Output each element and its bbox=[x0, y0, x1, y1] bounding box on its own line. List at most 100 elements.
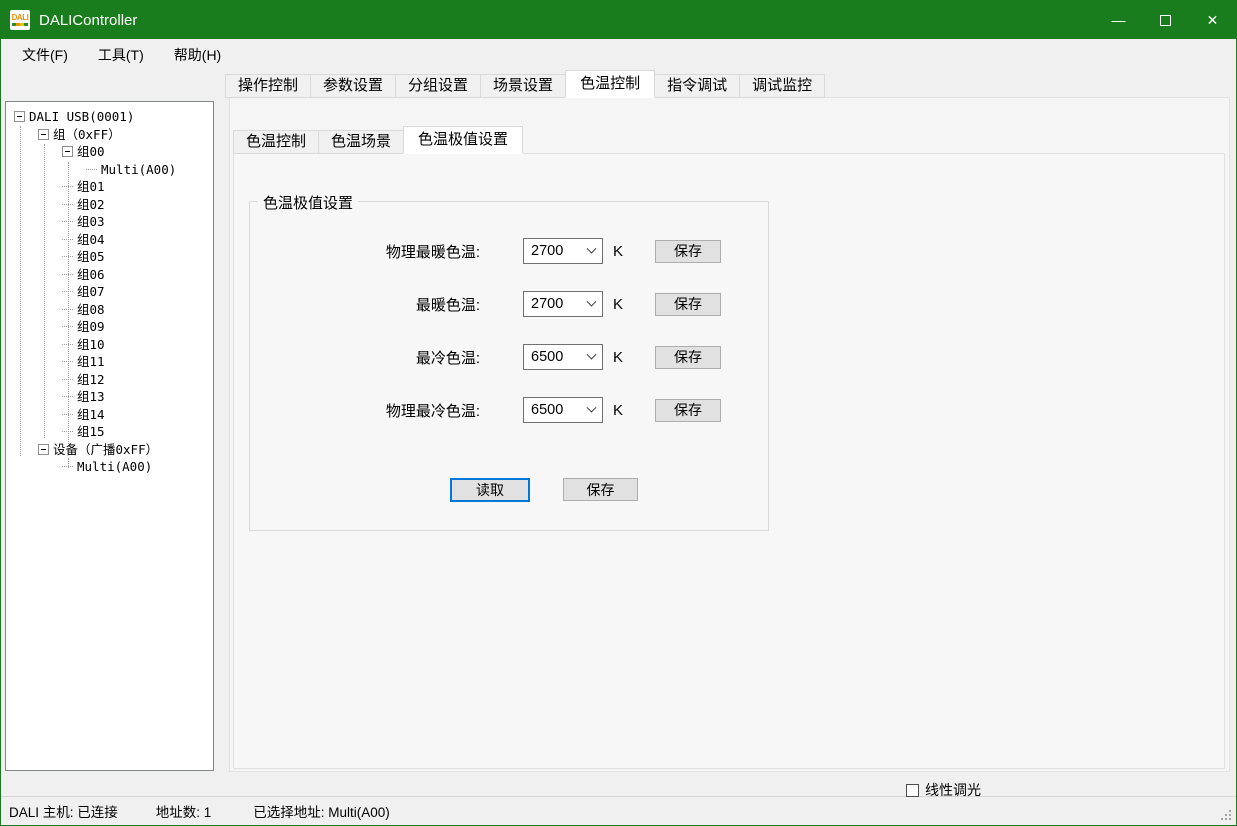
main-tab[interactable]: 指令调试 bbox=[654, 74, 740, 98]
collapse-icon[interactable] bbox=[38, 444, 49, 455]
tree-item-label: 组09 bbox=[77, 318, 105, 336]
minimize-icon: — bbox=[1112, 12, 1126, 28]
tree-item[interactable]: 组09 bbox=[6, 318, 213, 336]
tree-item-label: 组12 bbox=[77, 371, 105, 389]
ct-value-dropdown[interactable]: 6500 bbox=[523, 397, 603, 423]
ct-value-dropdown[interactable]: 2700 bbox=[523, 238, 603, 264]
device-tree-panel: DALI USB(0001) 组（0xFF） 组00 Mu bbox=[5, 101, 214, 771]
tree-item[interactable]: 组13 bbox=[6, 388, 213, 406]
ct-row-save-button[interactable]: 保存 bbox=[655, 399, 721, 422]
ct-row-save-button[interactable]: 保存 bbox=[655, 293, 721, 316]
tree-item[interactable]: 设备（广播0xFF） bbox=[6, 441, 213, 459]
minimize-button[interactable]: — bbox=[1095, 1, 1142, 39]
maximize-button[interactable] bbox=[1142, 1, 1189, 39]
tree-item[interactable]: 组00 bbox=[6, 143, 213, 161]
tree-item-label: 组11 bbox=[77, 353, 105, 371]
tree-item-label: 组04 bbox=[77, 231, 105, 249]
menu-bar: 文件(F) 工具(T) 帮助(H) bbox=[1, 39, 1236, 71]
ct-row-save-button[interactable]: 保存 bbox=[655, 346, 721, 369]
tree-item-label: Multi(A00) bbox=[101, 161, 176, 179]
ct-value-dropdown[interactable]: 6500 bbox=[523, 344, 603, 370]
tree-connector bbox=[62, 361, 73, 362]
ct-row-save-button[interactable]: 保存 bbox=[655, 240, 721, 263]
app-window: DALI DALIController — ✕ 文件(F) 工具(T) bbox=[0, 0, 1237, 826]
tree-item[interactable]: 组01 bbox=[6, 178, 213, 196]
main-tab[interactable]: 色温控制 bbox=[565, 70, 655, 98]
tree-item[interactable]: DALI USB(0001) bbox=[6, 108, 213, 126]
app-icon-text: DALI bbox=[12, 14, 29, 22]
ct-form-row: 物理最冷色温: 6500 K 保存 bbox=[250, 397, 768, 423]
tree-item-label: 设备（广播0xFF） bbox=[53, 441, 158, 459]
menu-item[interactable]: 帮助(H) bbox=[159, 40, 236, 70]
main-tab-strip: 操作控制 参数设置 分组设置 场景设置 色温控制 指令调试 调试监控 bbox=[225, 73, 824, 98]
sub-tab-label: 色温控制 bbox=[246, 133, 306, 150]
menu-item[interactable]: 工具(T) bbox=[83, 40, 159, 70]
linear-dimming-checkbox[interactable] bbox=[906, 784, 919, 797]
main-tab-label: 指令调试 bbox=[667, 77, 727, 94]
tree-item[interactable]: 组03 bbox=[6, 213, 213, 231]
tree-item-label: 组05 bbox=[77, 248, 105, 266]
read-button[interactable]: 读取 bbox=[450, 478, 530, 502]
menu-item-label: 文件(F) bbox=[22, 47, 68, 63]
collapse-icon[interactable] bbox=[62, 146, 73, 157]
tree-item[interactable]: 组12 bbox=[6, 371, 213, 389]
menu-item[interactable]: 文件(F) bbox=[7, 40, 83, 70]
resize-grip[interactable] bbox=[1221, 810, 1231, 820]
chevron-down-icon bbox=[587, 349, 597, 359]
main-tab-label: 分组设置 bbox=[408, 77, 468, 94]
main-tab[interactable]: 操作控制 bbox=[225, 74, 311, 98]
main-tab[interactable]: 分组设置 bbox=[395, 74, 481, 98]
sub-tab[interactable]: 色温场景 bbox=[318, 130, 404, 154]
device-tree: DALI USB(0001) 组（0xFF） 组00 Mu bbox=[6, 102, 213, 476]
groupbox-title: 色温极值设置 bbox=[258, 192, 358, 213]
linear-dimming-option: 线性调光 bbox=[906, 780, 981, 800]
ct-form-row: 最暖色温: 2700 K 保存 bbox=[250, 291, 768, 317]
ct-row-label: 物理最暖色温: bbox=[250, 241, 480, 262]
save-button[interactable]: 保存 bbox=[563, 478, 638, 501]
tree-item[interactable]: 组04 bbox=[6, 231, 213, 249]
tree-item[interactable]: 组05 bbox=[6, 248, 213, 266]
sub-tab[interactable]: 色温控制 bbox=[233, 130, 319, 154]
main-tab[interactable]: 参数设置 bbox=[310, 74, 396, 98]
tree-item-label: 组08 bbox=[77, 301, 105, 319]
ct-dropdown-value: 6500 bbox=[531, 349, 588, 365]
chevron-down-icon bbox=[587, 243, 597, 253]
sub-tab[interactable]: 色温极值设置 bbox=[403, 126, 523, 154]
tree-connector bbox=[62, 414, 73, 415]
sub-tab-label: 色温极值设置 bbox=[418, 131, 508, 148]
collapse-icon[interactable] bbox=[14, 111, 25, 122]
main-tab[interactable]: 场景设置 bbox=[480, 74, 566, 98]
tree-item[interactable]: 组（0xFF） bbox=[6, 126, 213, 144]
collapse-icon[interactable] bbox=[38, 129, 49, 140]
tree-item[interactable]: Multi(A00) bbox=[6, 458, 213, 476]
tree-connector bbox=[86, 169, 97, 170]
status-bar: DALI 主机: 已连接 地址数: 1 已选择地址: Multi(A00) bbox=[1, 796, 1236, 825]
close-button[interactable]: ✕ bbox=[1189, 1, 1236, 39]
tree-item[interactable]: 组07 bbox=[6, 283, 213, 301]
tree-item[interactable]: 组14 bbox=[6, 406, 213, 424]
tree-connector bbox=[62, 326, 73, 327]
window-title: DALIController bbox=[39, 12, 137, 29]
tree-connector bbox=[62, 204, 73, 205]
ct-value-dropdown[interactable]: 2700 bbox=[523, 291, 603, 317]
ct-row-label: 物理最冷色温: bbox=[250, 400, 480, 421]
ct-dropdown-value: 2700 bbox=[531, 243, 588, 259]
tree-item[interactable]: 组02 bbox=[6, 196, 213, 214]
tree-item-label: 组00 bbox=[77, 143, 105, 161]
ct-form-row: 物理最暖色温: 2700 K 保存 bbox=[250, 238, 768, 264]
dali-app-icon: DALI bbox=[10, 10, 30, 30]
tree-item-label: 组06 bbox=[77, 266, 105, 284]
ct-row-label: 最冷色温: bbox=[250, 347, 480, 368]
tree-item-label: 组10 bbox=[77, 336, 105, 354]
tree-item[interactable]: 组06 bbox=[6, 266, 213, 284]
tree-item[interactable]: 组11 bbox=[6, 353, 213, 371]
chevron-down-icon bbox=[587, 402, 597, 412]
tree-item[interactable]: 组15 bbox=[6, 423, 213, 441]
main-tab-label: 操作控制 bbox=[238, 77, 298, 94]
title-bar[interactable]: DALI DALIController — ✕ bbox=[1, 1, 1236, 39]
main-tab[interactable]: 调试监控 bbox=[739, 74, 825, 98]
tree-item[interactable]: Multi(A00) bbox=[6, 161, 213, 179]
tree-item[interactable]: 组08 bbox=[6, 301, 213, 319]
ct-row-label: 最暖色温: bbox=[250, 294, 480, 315]
tree-item[interactable]: 组10 bbox=[6, 336, 213, 354]
